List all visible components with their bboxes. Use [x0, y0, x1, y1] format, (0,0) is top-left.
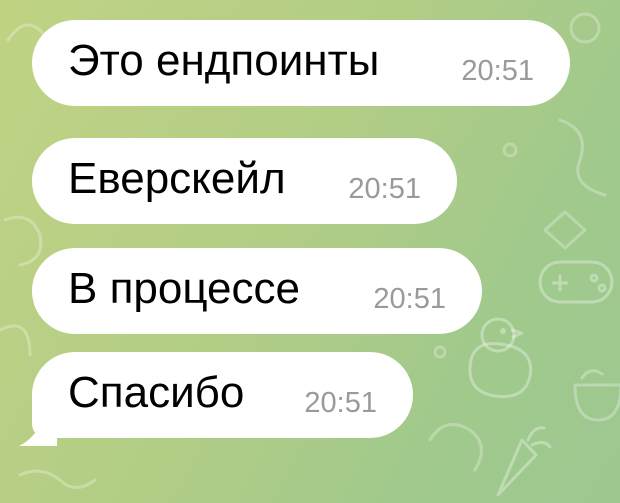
message-timestamp: 20:51 [461, 55, 534, 87]
gamepad-doodle-icon [538, 260, 614, 304]
message-timestamp: 20:51 [348, 173, 421, 205]
squiggle-doodle [0, 324, 32, 357]
message-bubble[interactable]: В процессе 20:51 [32, 248, 482, 334]
circle-doodle [569, 12, 601, 44]
message-text: Спасибо [68, 368, 245, 418]
squiggle-doodle [428, 422, 483, 472]
message-bubble[interactable]: Еверскейл 20:51 [32, 138, 457, 224]
diamond-doodle [543, 210, 587, 250]
carrot-doodle-icon [496, 426, 552, 497]
dot-doodle [502, 142, 518, 158]
message-text: Это ендпоинты [68, 36, 380, 86]
message-bubble[interactable]: Это ендпоинты 20:51 [32, 20, 570, 106]
bowl-doodle-icon [573, 369, 620, 422]
chick-doodle-icon [468, 317, 533, 399]
message-timestamp: 20:51 [373, 283, 446, 315]
squiggle-doodle [18, 469, 97, 489]
message-text: В процессе [68, 264, 300, 314]
message-bubble[interactable]: Спасибо 20:51 [32, 352, 413, 438]
leaf-doodle [3, 215, 43, 267]
message-text: Еверскейл [68, 154, 286, 204]
chat-view: Это ендпоинты 20:51 Еверскейл 20:51 В пр… [0, 0, 620, 503]
squiggle-doodle [558, 118, 607, 197]
dot-doodle [433, 345, 447, 359]
message-timestamp: 20:51 [304, 387, 377, 419]
